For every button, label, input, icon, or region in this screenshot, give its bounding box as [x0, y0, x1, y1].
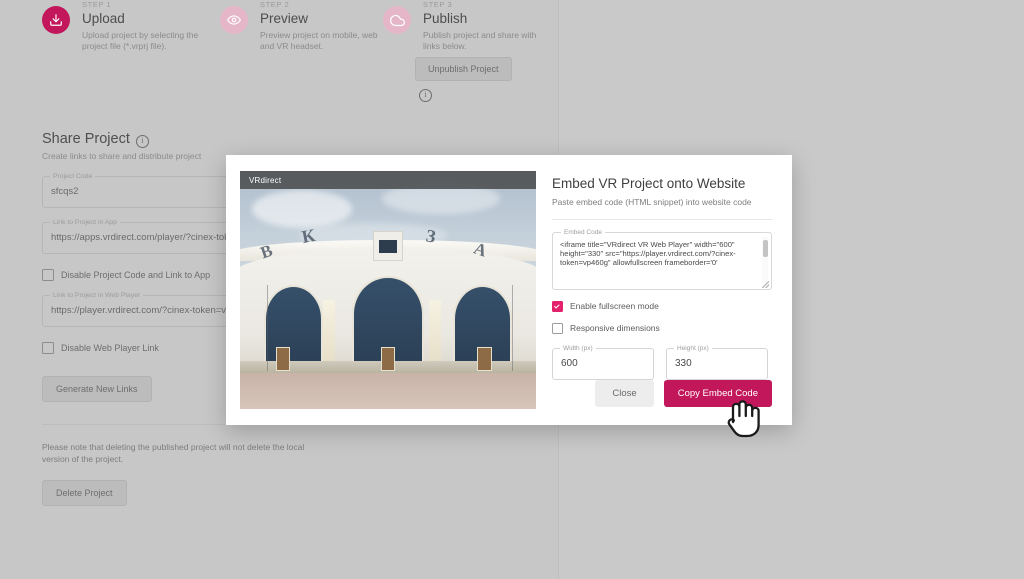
checkbox-label: Disable Project Code and Link to App — [61, 270, 211, 280]
field-label: Project Code — [50, 172, 96, 181]
field-value: 600 — [561, 358, 578, 369]
modal-preview-pane: VRdirect В К З А — [226, 155, 536, 425]
station-column — [429, 299, 442, 371]
embed-code-value: <iframe title="VRdirect VR Web Player" w… — [560, 240, 737, 268]
embed-modal: VRdirect В К З А Embed VR Project onto W… — [226, 155, 792, 425]
cloud-icon — [383, 6, 411, 34]
copy-embed-code-button[interactable]: Copy Embed Code — [663, 380, 772, 407]
disable-app-link-checkbox[interactable] — [42, 269, 54, 281]
page-title: Share Project — [42, 131, 130, 147]
modal-form-pane: Embed VR Project onto Website Paste embe… — [536, 155, 792, 425]
field-label: Link to Project in App — [50, 218, 120, 227]
enable-fullscreen-row[interactable]: Enable fullscreen mode — [552, 301, 772, 312]
textarea-resize-handle[interactable] — [762, 281, 769, 288]
checkbox-label: Enable fullscreen mode — [570, 301, 659, 311]
info-glyph: i — [135, 134, 149, 148]
station-arch — [263, 285, 323, 367]
preview-watermark: VRdirect — [240, 171, 536, 189]
project-preview-thumbnail: VRdirect В К З А — [240, 171, 536, 409]
close-button[interactable]: Close — [595, 380, 654, 407]
step-kicker: STEP 1 — [82, 0, 112, 9]
textarea-scrollbar-thumb[interactable] — [762, 240, 768, 257]
checkbox-label: Responsive dimensions — [570, 323, 660, 333]
station-door — [476, 347, 492, 371]
step-kicker: STEP 3 — [423, 0, 453, 9]
delete-note: Please note that deleting the published … — [42, 442, 305, 464]
embed-code-label: Embed Code — [561, 228, 605, 237]
upload-icon — [42, 6, 70, 34]
step-title: Preview — [260, 11, 309, 26]
height-field[interactable]: Height (px) 330 — [666, 344, 768, 380]
modal-divider — [552, 219, 772, 220]
checkbox-label: Disable Web Player Link — [61, 343, 159, 353]
info-glyph: i — [419, 88, 432, 102]
step-preview: STEP 2 Preview Preview project on mobile… — [220, 0, 385, 52]
step-title: Upload — [82, 11, 125, 26]
preview-plaza — [240, 373, 536, 409]
embed-code-textarea[interactable]: Embed Code <iframe title="VRdirect VR We… — [552, 228, 772, 290]
field-value: 330 — [675, 358, 692, 369]
share-project-header: Share Project i — [42, 130, 342, 148]
responsive-dimensions-row[interactable]: Responsive dimensions — [552, 323, 772, 334]
steps-row: STEP 1 Upload Upload project by selectin… — [0, 0, 558, 110]
field-label: Height (px) — [674, 344, 712, 353]
share-info-icon[interactable]: i — [135, 130, 149, 148]
lamp-pole — [512, 285, 514, 371]
step-upload: STEP 1 Upload Upload project by selectin… — [42, 0, 207, 52]
disable-web-player-checkbox[interactable] — [42, 342, 54, 354]
width-field[interactable]: Width (px) 600 — [552, 344, 654, 380]
step-title: Publish — [423, 11, 468, 26]
step-kicker: STEP 2 — [260, 0, 290, 9]
modal-actions: Close Copy Embed Code — [595, 380, 772, 407]
station-door — [275, 347, 291, 371]
modal-subtitle: Paste embed code (HTML snippet) into web… — [552, 197, 752, 207]
enable-fullscreen-checkbox[interactable] — [552, 301, 563, 312]
station-column — [322, 299, 335, 371]
field-label: Link to Project in Web Player — [50, 291, 144, 300]
field-label: Width (px) — [560, 344, 596, 353]
lamp-pole — [266, 285, 268, 371]
cloud-shape — [251, 190, 353, 229]
step-publish: STEP 3 Publish Publish project and share… — [383, 0, 548, 52]
modal-title: Embed VR Project onto Website — [552, 176, 746, 191]
delete-project-button[interactable]: Delete Project — [42, 480, 127, 506]
station-clock-tower — [373, 230, 403, 262]
unpublish-info-icon[interactable]: i — [419, 84, 432, 102]
responsive-dimensions-checkbox[interactable] — [552, 323, 563, 334]
generate-new-links-button[interactable]: Generate New Links — [42, 376, 152, 402]
step-description: Publish project and share with links bel… — [423, 30, 537, 51]
unpublish-project-button[interactable]: Unpublish Project — [415, 57, 512, 81]
step-description: Upload project by selecting the project … — [82, 30, 199, 51]
step-description: Preview project on mobile, web and VR he… — [260, 30, 378, 51]
dimension-fields: Width (px) 600 Height (px) 330 — [552, 344, 772, 380]
eye-icon — [220, 6, 248, 34]
station-door — [380, 347, 396, 371]
